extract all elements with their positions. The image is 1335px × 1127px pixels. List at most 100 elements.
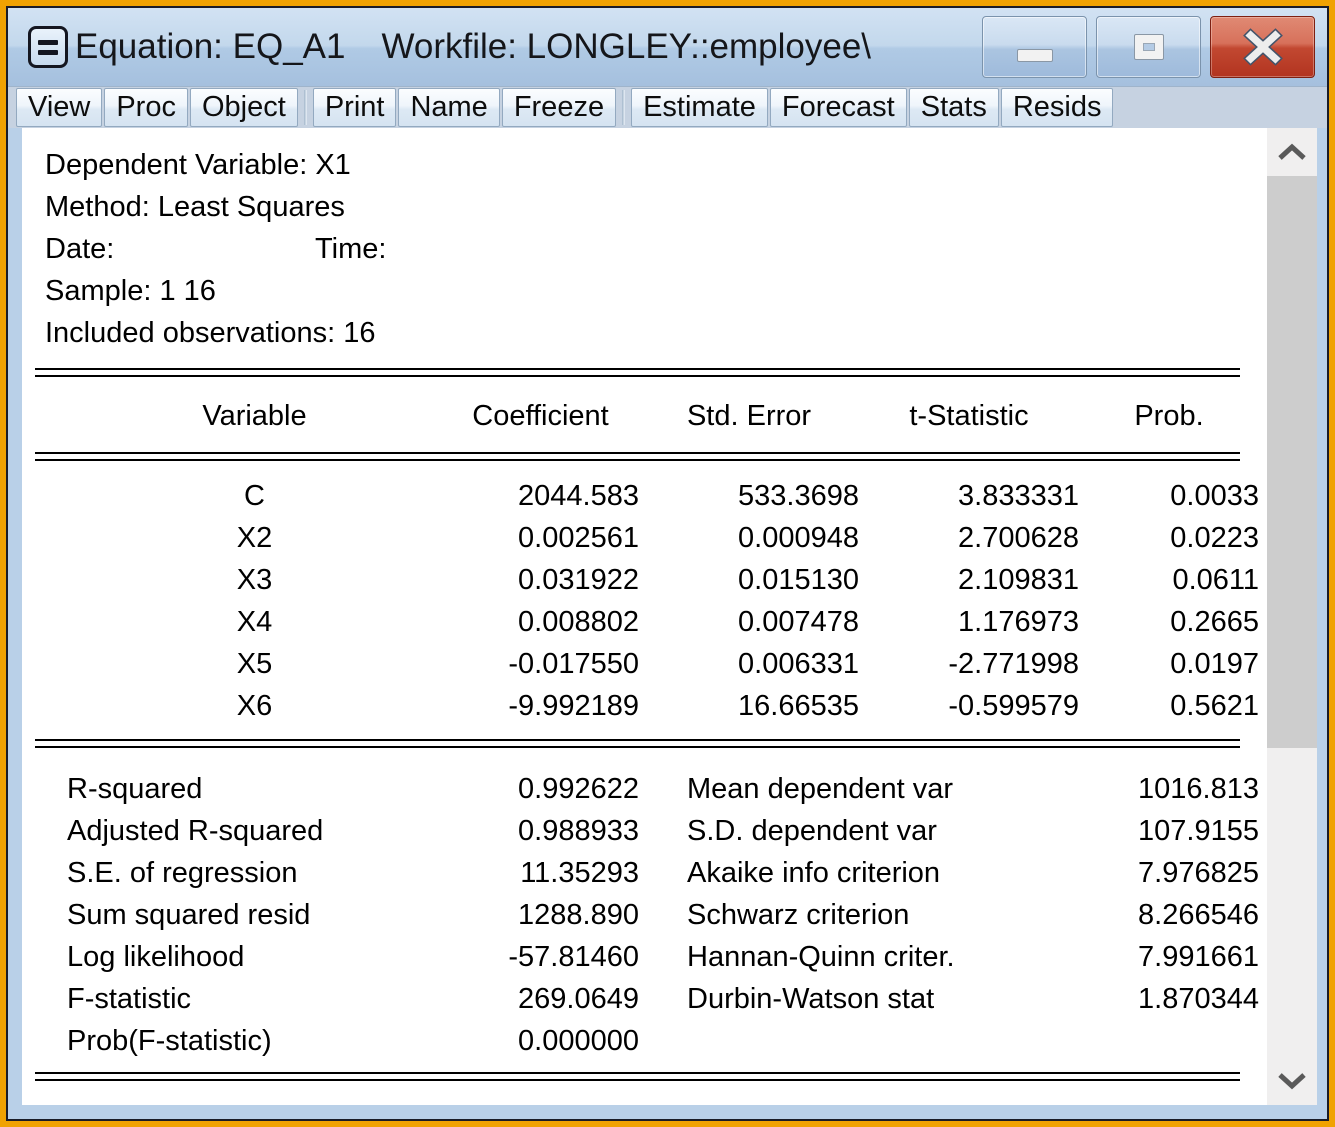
cell-prob: 0.0611 xyxy=(1079,559,1259,601)
cell-variable: X5 xyxy=(67,643,442,685)
cell-std-error: 0.007478 xyxy=(639,601,859,643)
window-frame: Equation: EQ_A1Workfile: LONGLEY::employ… xyxy=(6,6,1329,1121)
menu-icon-bar xyxy=(38,40,58,45)
summary-empty xyxy=(1027,1020,1259,1062)
content-area-frame: Dependent Variable: X1 Method: Least Squ… xyxy=(8,128,1327,1119)
cell-coefficient: -9.992189 xyxy=(442,685,639,727)
cell-std-error: 16.66535 xyxy=(639,685,859,727)
cell-coefficient: 0.008802 xyxy=(442,601,639,643)
date-time-line: Date: Time: xyxy=(22,228,1267,270)
coef-table-body: C 2044.583 533.3698 3.833331 0.0033 X2 0… xyxy=(67,475,1267,727)
summary-value-left: 11.35293 xyxy=(387,852,639,894)
summary-label-left: F-statistic xyxy=(67,978,387,1020)
cell-t-statistic: 1.176973 xyxy=(859,601,1079,643)
toolbar-button-object[interactable]: Object xyxy=(190,88,298,127)
toolbar-button-print[interactable]: Print xyxy=(313,88,397,127)
summary-label-left: Adjusted R-squared xyxy=(67,810,387,852)
summary-label-right: Schwarz criterion xyxy=(639,894,1027,936)
cell-coefficient: -0.017550 xyxy=(442,643,639,685)
cell-t-statistic: -0.599579 xyxy=(859,685,1079,727)
minimize-icon xyxy=(1017,49,1053,62)
column-header-std-error: Std. Error xyxy=(639,395,859,437)
summary-value-right: 7.976825 xyxy=(1027,852,1259,894)
column-header-variable: Variable xyxy=(67,395,442,437)
toolbar-button-view[interactable]: View xyxy=(16,88,102,127)
column-header-prob: Prob. xyxy=(1079,395,1259,437)
summary-label-left: Log likelihood xyxy=(67,936,387,978)
sample-line: Sample: 1 16 xyxy=(22,270,1267,312)
scroll-up-button[interactable] xyxy=(1267,128,1317,176)
summary-value-right: 8.266546 xyxy=(1027,894,1259,936)
column-header-t-statistic: t-Statistic xyxy=(859,395,1079,437)
dependent-variable-line: Dependent Variable: X1 xyxy=(22,144,1267,186)
cell-variable: X4 xyxy=(67,601,442,643)
summary-value-left: 0.988933 xyxy=(387,810,639,852)
scrollbar-track[interactable] xyxy=(1267,748,1317,1057)
scrollbar-thumb[interactable] xyxy=(1267,176,1317,748)
summary-statistics: R-squared 0.992622 Mean dependent var 10… xyxy=(67,768,1267,1062)
summary-label-right: Hannan-Quinn criter. xyxy=(639,936,1027,978)
cell-prob: 0.0033 xyxy=(1079,475,1259,517)
restore-icon-hole xyxy=(1143,43,1155,51)
summary-label-right: S.D. dependent var xyxy=(639,810,1027,852)
toolbar-button-estimate[interactable]: Estimate xyxy=(631,88,768,127)
toolbar-button-freeze[interactable]: Freeze xyxy=(502,88,616,127)
summary-value-right: 107.9155 xyxy=(1027,810,1259,852)
toolbar: View Proc Object Print Name Freeze Estim… xyxy=(8,86,1327,128)
summary-value-left: 0.992622 xyxy=(387,768,639,810)
cell-variable: C xyxy=(67,475,442,517)
observations-line: Included observations: 16 xyxy=(22,312,1267,354)
summary-label-left: S.E. of regression xyxy=(67,852,387,894)
close-button[interactable] xyxy=(1210,16,1315,78)
title-bar[interactable]: Equation: EQ_A1Workfile: LONGLEY::employ… xyxy=(8,8,1327,86)
cell-t-statistic: 2.700628 xyxy=(859,517,1079,559)
summary-value-left: 1288.890 xyxy=(387,894,639,936)
cell-prob: 0.0197 xyxy=(1079,643,1259,685)
cell-variable: X3 xyxy=(67,559,442,601)
double-rule xyxy=(35,1072,1240,1081)
cell-t-statistic: 3.833331 xyxy=(859,475,1079,517)
toolbar-button-proc[interactable]: Proc xyxy=(104,88,188,127)
window-title: Equation: EQ_A1Workfile: LONGLEY::employ… xyxy=(75,27,871,67)
column-header-coefficient: Coefficient xyxy=(442,395,639,437)
toolbar-button-forecast[interactable]: Forecast xyxy=(770,88,907,127)
method-line: Method: Least Squares xyxy=(22,186,1267,228)
minimize-button[interactable] xyxy=(982,16,1087,78)
summary-label-right: Akaike info criterion xyxy=(639,852,1027,894)
cell-prob: 0.0223 xyxy=(1079,517,1259,559)
menu-icon-bar xyxy=(38,50,58,55)
cell-prob: 0.5621 xyxy=(1079,685,1259,727)
coef-table-header: Variable Coefficient Std. Error t-Statis… xyxy=(67,395,1267,437)
cell-prob: 0.2665 xyxy=(1079,601,1259,643)
summary-value-right: 1016.813 xyxy=(1027,768,1259,810)
cell-coefficient: 2044.583 xyxy=(442,475,639,517)
summary-label-left: R-squared xyxy=(67,768,387,810)
scroll-down-button[interactable] xyxy=(1267,1057,1317,1105)
double-rule xyxy=(35,368,1240,377)
summary-label-left: Prob(F-statistic) xyxy=(67,1020,387,1062)
double-rule xyxy=(35,739,1240,748)
chevron-up-icon xyxy=(1277,143,1307,161)
vertical-scrollbar[interactable] xyxy=(1267,128,1317,1105)
summary-label-right: Mean dependent var xyxy=(639,768,1027,810)
toolbar-button-stats[interactable]: Stats xyxy=(909,88,999,127)
summary-value-right: 7.991661 xyxy=(1027,936,1259,978)
summary-label-left: Sum squared resid xyxy=(67,894,387,936)
summary-value-right: 1.870344 xyxy=(1027,978,1259,1020)
cell-coefficient: 0.031922 xyxy=(442,559,639,601)
summary-value-left: -57.81460 xyxy=(387,936,639,978)
title-equation: Equation: EQ_A1 xyxy=(75,27,345,66)
toolbar-button-resids[interactable]: Resids xyxy=(1001,88,1114,127)
cell-variable: X2 xyxy=(67,517,442,559)
regression-output: Dependent Variable: X1 Method: Least Squ… xyxy=(22,128,1267,1105)
double-rule xyxy=(35,452,1240,461)
restore-button[interactable] xyxy=(1096,16,1201,78)
summary-value-left: 269.0649 xyxy=(387,978,639,1020)
cell-t-statistic: -2.771998 xyxy=(859,643,1079,685)
equation-menu-icon[interactable] xyxy=(28,26,68,68)
time-label: Time: xyxy=(315,228,386,270)
cell-std-error: 533.3698 xyxy=(639,475,859,517)
chevron-down-icon xyxy=(1277,1072,1307,1090)
equation-window: Equation: EQ_A1Workfile: LONGLEY::employ… xyxy=(0,0,1335,1127)
toolbar-button-name[interactable]: Name xyxy=(398,88,499,127)
